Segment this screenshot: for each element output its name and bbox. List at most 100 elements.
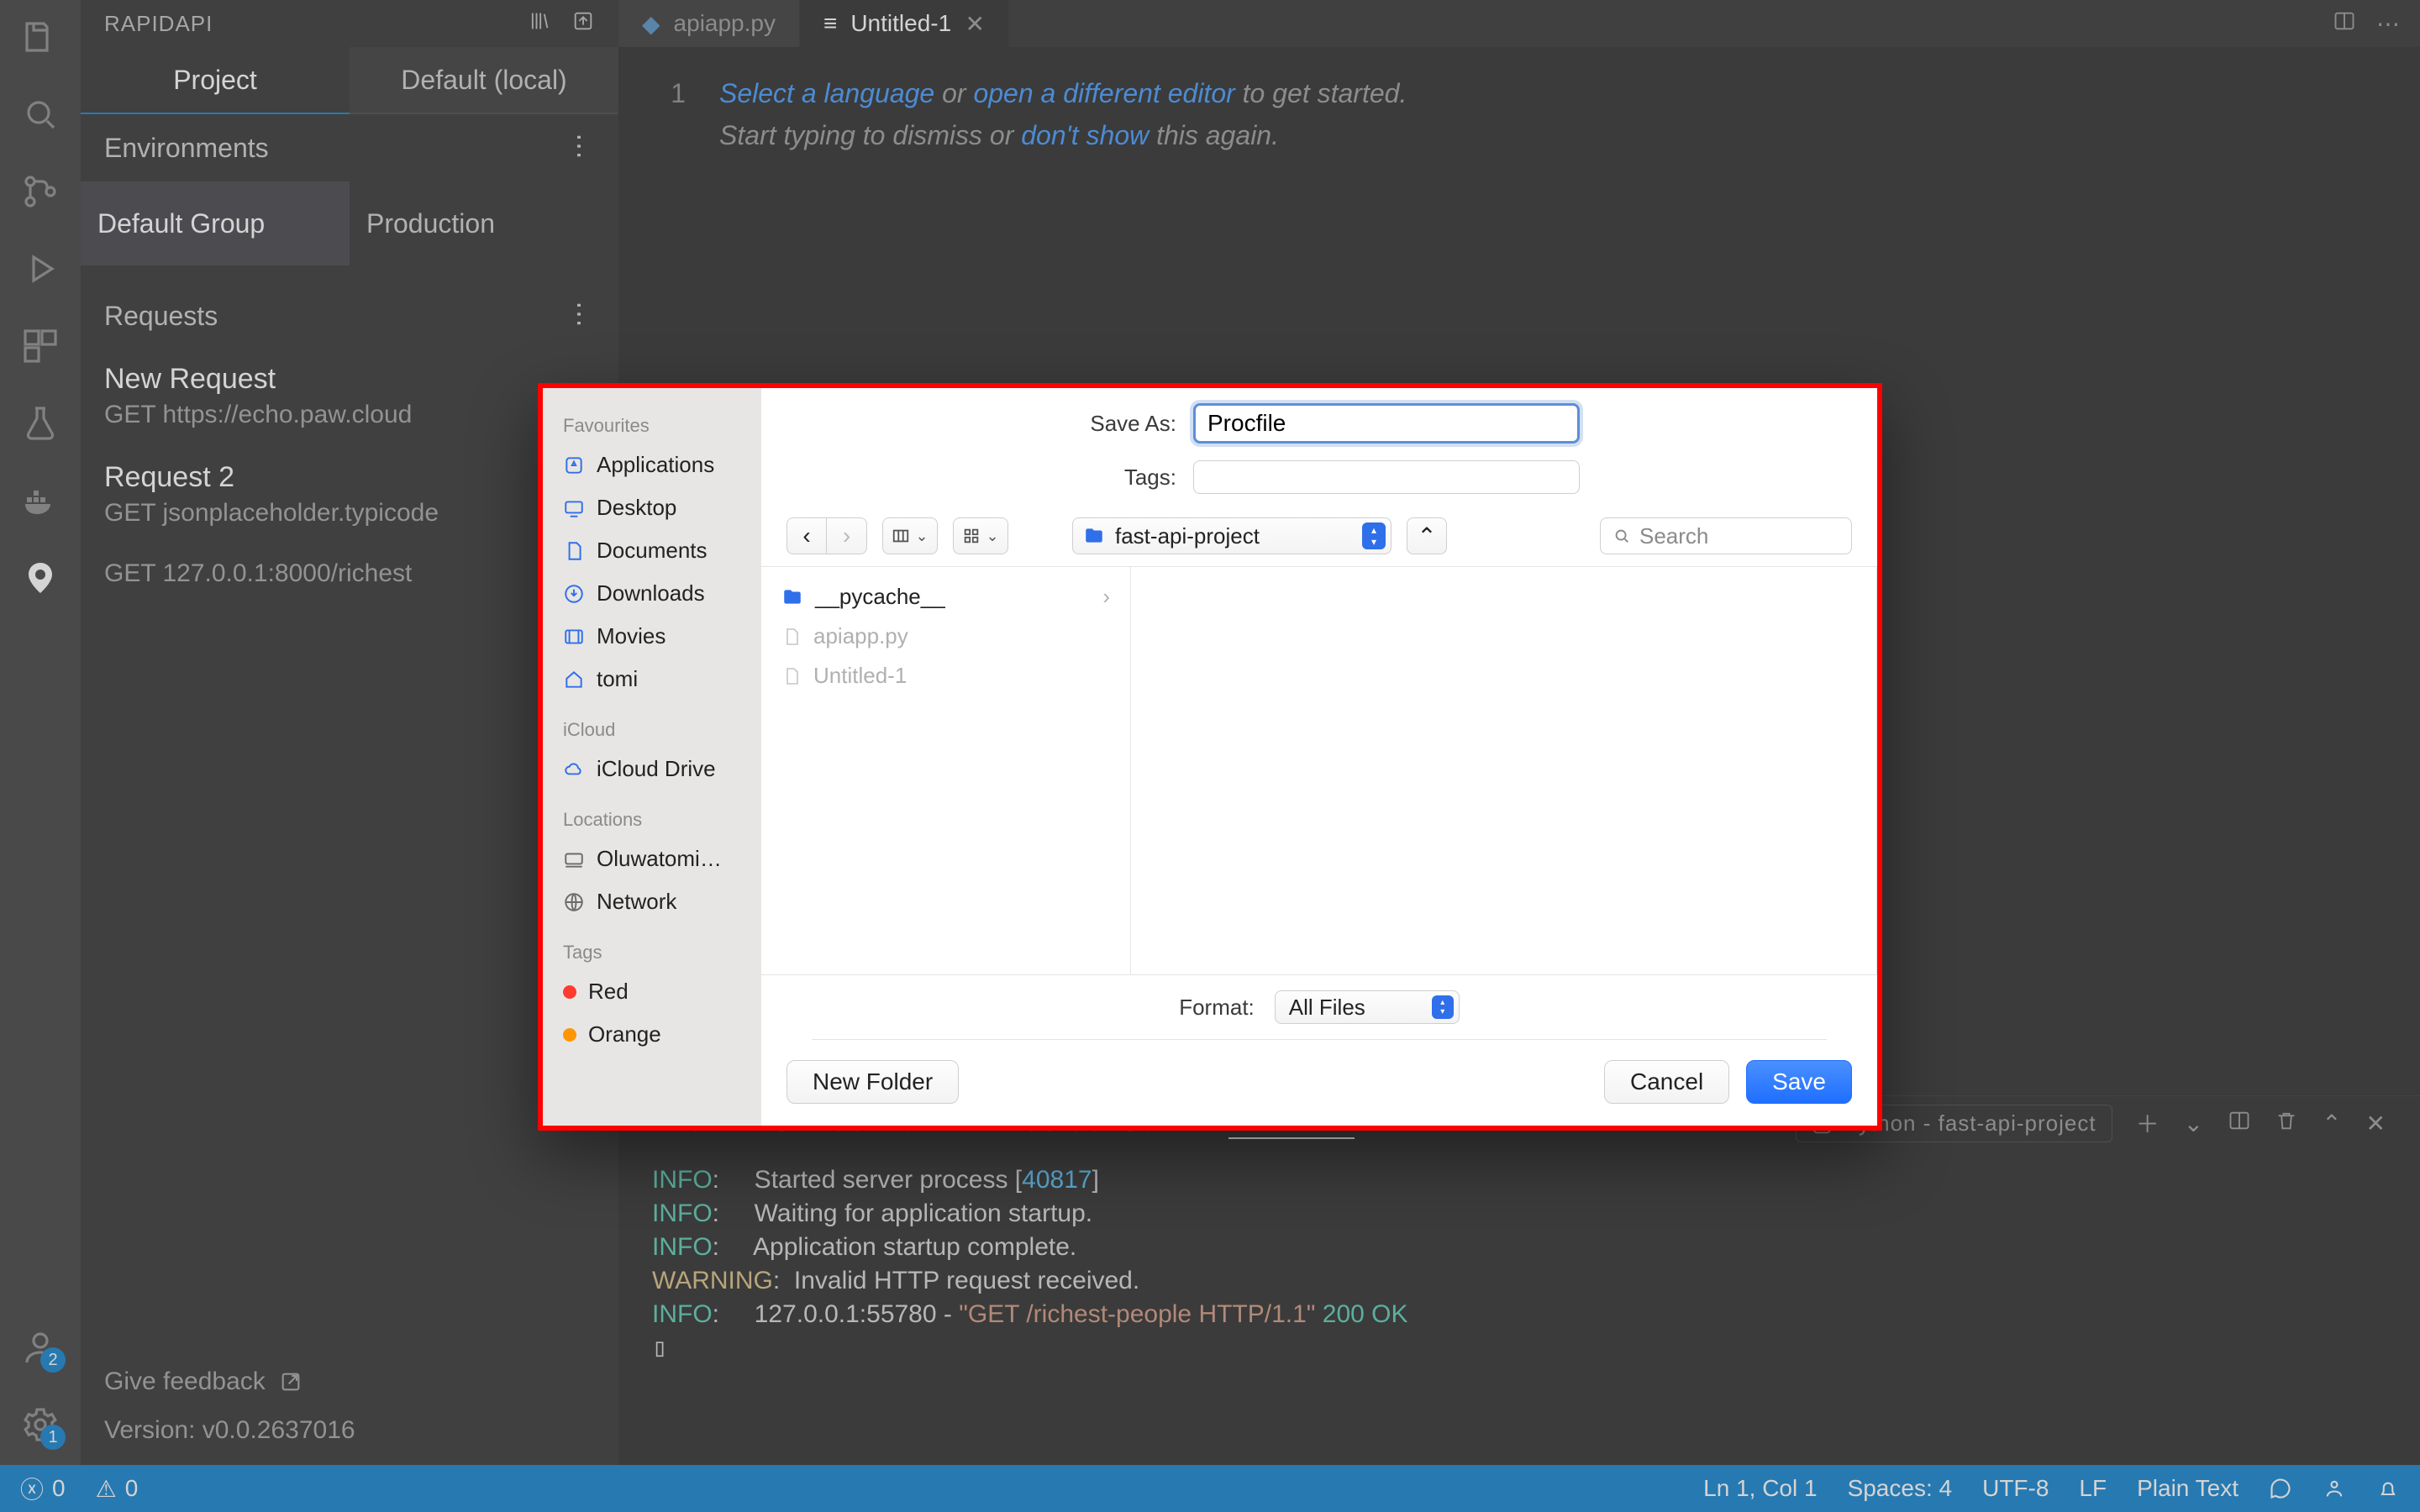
editor-tab-apiapp[interactable]: ◆ apiapp.py xyxy=(618,0,800,47)
new-terminal-icon[interactable]: ＋ xyxy=(2136,1106,2160,1140)
icloud-label: iCloud xyxy=(543,712,761,748)
trash-icon[interactable] xyxy=(2275,1109,2298,1138)
sidebar-item-movies[interactable]: Movies xyxy=(543,615,761,658)
editor-tab-untitled[interactable]: ≡ Untitled-1 ✕ xyxy=(800,0,1009,47)
rapidapi-icon[interactable] xyxy=(20,558,60,598)
file-row[interactable]: apiapp.py xyxy=(761,617,1130,656)
split-terminal-icon[interactable] xyxy=(2228,1109,2251,1138)
python-file-icon: ◆ xyxy=(642,10,660,38)
locations-label: Locations xyxy=(543,802,761,837)
save-as-input[interactable] xyxy=(1193,403,1580,444)
sidebar-item-desktop[interactable]: Desktop xyxy=(543,486,761,529)
source-control-icon[interactable] xyxy=(20,171,60,212)
sidebar-item-network[interactable]: Network xyxy=(543,880,761,923)
env-production[interactable]: Production xyxy=(350,181,618,265)
version-label: Version: v0.0.2637016 xyxy=(104,1416,595,1445)
beaker-icon[interactable] xyxy=(20,403,60,444)
sidebar-item-applications[interactable]: Applications xyxy=(543,444,761,486)
sidebar-tag-orange[interactable]: Orange xyxy=(543,1013,761,1056)
sidebar-tag-red[interactable]: Red xyxy=(543,970,761,1013)
library-icon[interactable] xyxy=(528,9,551,39)
select-language-link[interactable]: Select a language xyxy=(719,78,934,108)
file-row[interactable]: Untitled-1 xyxy=(761,656,1130,696)
tags-section-label: Tags xyxy=(543,935,761,970)
request-subtitle: GET 127.0.0.1:8000/richest xyxy=(104,559,595,588)
warning-icon: ⚠ xyxy=(96,1475,117,1503)
settings-gear-icon[interactable]: 1 xyxy=(20,1404,60,1445)
export-icon[interactable] xyxy=(571,9,595,39)
close-icon[interactable]: ✕ xyxy=(965,13,985,34)
environments-label: Environments xyxy=(104,133,269,164)
dont-show-link[interactable]: don't show xyxy=(1021,120,1149,150)
cancel-button[interactable]: Cancel xyxy=(1604,1060,1729,1104)
env-default-group[interactable]: Default Group xyxy=(81,181,350,265)
search-field[interactable]: Search xyxy=(1600,517,1852,554)
view-columns-button[interactable]: ⌄ xyxy=(882,517,938,554)
status-spaces[interactable]: Spaces: 4 xyxy=(1848,1475,1953,1502)
maximize-panel-icon[interactable]: ⌃ xyxy=(2322,1110,2342,1137)
docker-icon[interactable] xyxy=(20,480,60,521)
save-as-label: Save As: xyxy=(1059,411,1176,437)
editor-tab-bar: ◆ apiapp.py ≡ Untitled-1 ✕ ⋯ xyxy=(618,0,2420,47)
sidebar-item-documents[interactable]: Documents xyxy=(543,529,761,572)
status-errors[interactable]: ⓧ0 xyxy=(20,1472,66,1505)
editor-content[interactable]: 1 Select a language or open a different … xyxy=(618,47,2420,156)
nav-forward-button[interactable]: › xyxy=(827,517,867,554)
sidebar-item-icloud-drive[interactable]: iCloud Drive xyxy=(543,748,761,790)
sidebar-item-home[interactable]: tomi xyxy=(543,658,761,701)
line-number: 1 xyxy=(618,72,686,114)
notifications-icon[interactable] xyxy=(2376,1477,2400,1500)
sidebar-item-mac[interactable]: Oluwatomi… xyxy=(543,837,761,880)
tags-label: Tags: xyxy=(1059,465,1176,491)
view-grid-button[interactable]: ⌄ xyxy=(953,517,1008,554)
stepper-icon: ▴▾ xyxy=(1432,995,1454,1019)
collapse-button[interactable]: ⌃ xyxy=(1407,517,1447,554)
request-subtitle: GET jsonplaceholder.typicode xyxy=(104,499,595,528)
request-subtitle: GET https://echo.paw.cloud xyxy=(104,401,595,429)
terminal-output[interactable]: INFO: Started server process [40817] INF… xyxy=(618,1150,2420,1465)
tags-input[interactable] xyxy=(1193,460,1580,494)
explorer-icon[interactable] xyxy=(20,17,60,57)
status-cursor[interactable]: Ln 1, Col 1 xyxy=(1703,1475,1817,1502)
extensions-icon[interactable] xyxy=(20,326,60,366)
file-column: __pycache__ › apiapp.py Untitled-1 xyxy=(761,567,1131,974)
account-icon[interactable]: 2 xyxy=(20,1327,60,1368)
open-editor-link[interactable]: open a different editor xyxy=(973,78,1234,108)
split-editor-icon[interactable] xyxy=(2333,9,2356,39)
status-encoding[interactable]: UTF-8 xyxy=(1982,1475,2049,1502)
file-row-folder[interactable]: __pycache__ › xyxy=(761,577,1130,617)
error-icon: ⓧ xyxy=(20,1472,44,1505)
save-dialog: Favourites Applications Desktop Document… xyxy=(538,383,1882,1131)
format-select[interactable]: All Files ▴▾ xyxy=(1275,990,1460,1024)
tab-project[interactable]: Project xyxy=(81,47,350,114)
more-icon[interactable]: ⋯ xyxy=(564,301,596,331)
activity-bar: 2 1 xyxy=(0,0,81,1465)
settings-badge: 1 xyxy=(40,1425,66,1450)
file-column-empty xyxy=(1131,567,1877,974)
status-warnings[interactable]: ⚠0 xyxy=(96,1475,139,1503)
close-panel-icon[interactable]: ✕ xyxy=(2366,1110,2386,1137)
requests-label: Requests xyxy=(104,301,218,332)
nav-back-button[interactable]: ‹ xyxy=(786,517,827,554)
account-badge: 2 xyxy=(40,1347,66,1373)
feedback-icon[interactable] xyxy=(2269,1477,2292,1500)
tab-default-local[interactable]: Default (local) xyxy=(350,47,618,114)
more-icon[interactable]: ⋯ xyxy=(564,133,596,163)
status-eol[interactable]: LF xyxy=(2079,1475,2107,1502)
path-selector[interactable]: fast-api-project ▴▾ xyxy=(1072,517,1392,554)
more-icon[interactable]: ⋯ xyxy=(2376,10,2400,38)
terminal-panel: PROBLEMS OUTPUT DEBUG CONSOLE TERMINAL ⋯… xyxy=(618,1095,2420,1465)
new-folder-button[interactable]: New Folder xyxy=(786,1060,959,1104)
chevron-down-icon[interactable]: ⌄ xyxy=(2184,1110,2204,1137)
save-button[interactable]: Save xyxy=(1746,1060,1852,1104)
sidebar-item-downloads[interactable]: Downloads xyxy=(543,572,761,615)
file-icon: ≡ xyxy=(823,10,837,37)
status-bar: ⓧ0 ⚠0 Ln 1, Col 1 Spaces: 4 UTF-8 LF Pla… xyxy=(0,1465,2420,1512)
chevron-right-icon: › xyxy=(1102,584,1110,610)
status-language[interactable]: Plain Text xyxy=(2137,1475,2238,1502)
profile-icon[interactable] xyxy=(2323,1477,2346,1500)
sidebar-title: RAPIDAPI xyxy=(104,11,213,37)
run-debug-icon[interactable] xyxy=(20,249,60,289)
search-icon[interactable] xyxy=(20,94,60,134)
give-feedback-link[interactable]: Give feedback xyxy=(104,1368,595,1396)
